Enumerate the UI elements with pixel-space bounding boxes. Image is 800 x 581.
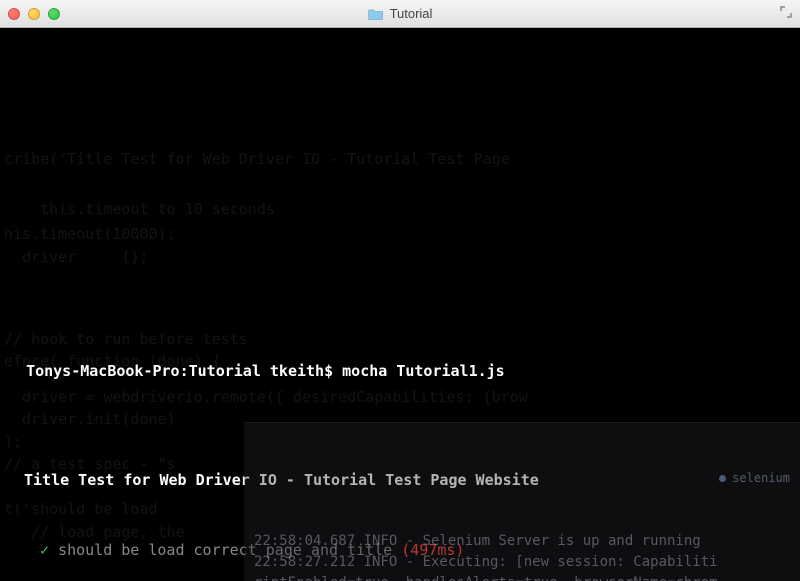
window-title-text: Tutorial [390, 6, 433, 21]
folder-icon [368, 8, 384, 20]
ghost-code: // hook to run before tests [0, 328, 800, 351]
window-titlebar: Tutorial [0, 0, 800, 28]
check-icon: ✓ [40, 541, 49, 559]
close-button[interactable] [8, 8, 20, 20]
shell-prompt: Tonys-MacBook-Pro:Tutorial tkeith$ mocha… [26, 362, 505, 380]
traffic-lights [8, 8, 60, 20]
selenium-log-panel: selenium 22:58:04.687 INFO - Selenium Se… [244, 422, 800, 581]
ghost-code: cribe('Title Test for Web Driver IO - Tu… [0, 148, 800, 171]
selenium-indicator-icon [719, 475, 726, 482]
prompt-text: Tonys-MacBook-Pro:Tutorial tkeith$ [26, 362, 342, 380]
minimize-button[interactable] [28, 8, 40, 20]
window-title: Tutorial [368, 6, 433, 21]
selenium-log-text: 22:58:04.687 INFO - Selenium Server is u… [254, 531, 790, 581]
command-text: mocha Tutorial1.js [342, 362, 505, 380]
ghost-code: his.timeout(10000); driver {}; [0, 223, 800, 270]
selenium-label: selenium [732, 469, 790, 487]
ghost-code: this.timeout to 10 seconds [0, 198, 800, 221]
terminal[interactable]: cribe('Title Test for Web Driver IO - Tu… [0, 28, 800, 581]
fullscreen-icon[interactable] [780, 6, 792, 21]
maximize-button[interactable] [48, 8, 60, 20]
selenium-header: selenium [254, 471, 790, 485]
ghost-code: driver = webdriverio.remote({ desiredCap… [0, 386, 800, 409]
